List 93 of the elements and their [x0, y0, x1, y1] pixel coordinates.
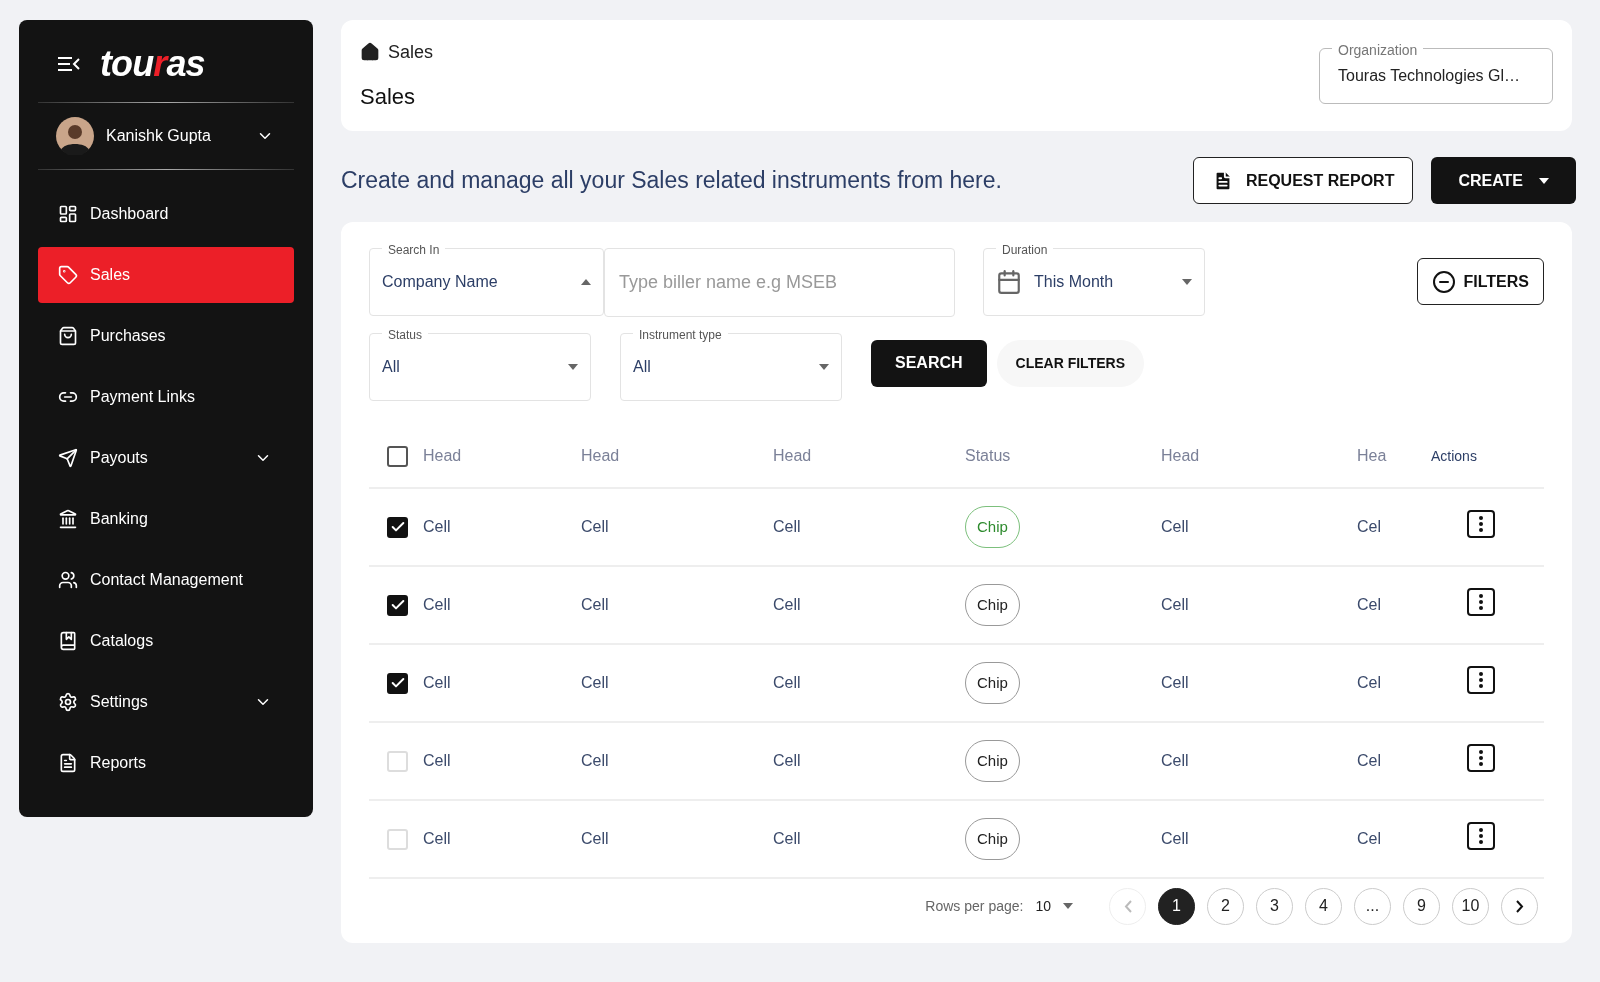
caret-icon [1539, 177, 1549, 184]
column-header: Head [773, 447, 812, 464]
more-icon [1479, 516, 1483, 532]
bank-icon [58, 509, 78, 529]
nav-item[interactable]: Dashboard [38, 186, 294, 242]
table-cell: Cell [1161, 518, 1189, 535]
column-header: Head [1161, 447, 1200, 464]
bag-icon [58, 326, 78, 346]
book-icon [58, 631, 78, 651]
settings-icon [58, 692, 78, 712]
checkbox[interactable] [387, 445, 408, 467]
more-button[interactable] [1467, 822, 1495, 850]
caret-icon [581, 279, 591, 285]
nav-item[interactable]: Banking [38, 491, 294, 547]
chevron-right-icon [1515, 899, 1524, 913]
avatar [56, 117, 94, 155]
search-button[interactable]: SEARCH [871, 339, 987, 387]
more-icon [1479, 672, 1483, 688]
more-icon [1479, 594, 1483, 610]
more-button[interactable] [1467, 510, 1495, 538]
table-cell: Cell [423, 830, 451, 847]
breadcrumb[interactable]: Sales [388, 38, 434, 66]
user-menu[interactable]: Kanishk Gupta [38, 103, 294, 169]
rows-per-page-label: Rows per page: [925, 896, 1024, 916]
send-icon [58, 448, 78, 468]
tag-icon [58, 265, 78, 285]
caret-icon [1063, 903, 1073, 909]
table-cell: Cel [1357, 674, 1381, 691]
search-field[interactable]: Type biller name e.g MSEB [604, 248, 955, 317]
nav-item[interactable]: Reports [38, 735, 294, 791]
home-icon[interactable] [360, 42, 380, 62]
table-cell: Cel [1357, 830, 1381, 847]
column-header: Status [965, 447, 1011, 464]
more-icon [1479, 750, 1483, 766]
table-cell: Cell [423, 674, 451, 691]
clear-filters-button[interactable]: CLEAR FILTERS [996, 339, 1144, 387]
nav-item[interactable]: Purchases [38, 308, 294, 364]
logo-text: tou [100, 46, 154, 82]
document-icon [58, 753, 78, 773]
checkbox[interactable] [387, 516, 408, 538]
caret-icon [568, 364, 578, 370]
page-button[interactable]: 1 [1158, 887, 1195, 925]
column-header: Head [581, 447, 620, 464]
more-icon [1479, 828, 1483, 844]
people-icon [58, 570, 78, 590]
caret-icon [819, 364, 829, 370]
checkbox[interactable] [387, 672, 408, 694]
nav-item[interactable]: Contact Management [38, 552, 294, 608]
nav-item[interactable]: Catalogs [38, 613, 294, 669]
column-header: Head [423, 447, 462, 464]
caret-icon [1182, 279, 1192, 285]
calendar-icon [996, 269, 1022, 295]
nav-item[interactable]: Settings [38, 674, 294, 730]
menu-icon[interactable] [58, 56, 80, 72]
table-cell: Cell [581, 674, 609, 691]
logo-text: r [153, 46, 167, 82]
page-description: Create and manage all your Sales related instruments from here. [341, 166, 1002, 196]
table-cell: Cell [1161, 674, 1189, 691]
more-button[interactable] [1467, 666, 1495, 694]
request-report-button[interactable]: REQUEST REPORT [1192, 157, 1414, 204]
table-cell: Cell [773, 752, 801, 769]
dashboard-icon [58, 204, 78, 224]
nav-item[interactable]: Sales [38, 247, 294, 303]
checkbox[interactable] [387, 594, 408, 616]
table-cell: Cell [423, 752, 451, 769]
table-cell: Cel [1357, 596, 1381, 613]
table-cell: Cell [581, 518, 609, 535]
create-button[interactable]: CREATE [1431, 157, 1576, 204]
table-cell: Cel [1357, 752, 1381, 769]
rows-per-page-select[interactable]: 10 [1035, 895, 1073, 917]
more-button[interactable] [1467, 744, 1495, 772]
table-cell: Cell [773, 674, 801, 691]
table-cell: Cel [1357, 518, 1381, 535]
more-button[interactable] [1467, 588, 1495, 616]
nav-item[interactable]: Payment Links [38, 369, 294, 425]
table-cell: Cell [581, 752, 609, 769]
table-cell: Cell [1161, 752, 1189, 769]
chevron-left-icon [1123, 899, 1132, 913]
table-cell: Cell [1161, 596, 1189, 613]
column-header: Actions [1431, 448, 1477, 464]
table-cell: Cell [423, 518, 451, 535]
table-cell: Cell [581, 596, 609, 613]
table-cell: Cell [1161, 830, 1189, 847]
table-cell: Cell [773, 596, 801, 613]
table-cell: Cell [773, 830, 801, 847]
nav-item[interactable]: Payouts [38, 430, 294, 486]
table-cell: Cell [773, 518, 801, 535]
page-title: Sales [360, 82, 417, 111]
minus-circle-icon [1431, 269, 1456, 294]
table-cell: Cell [581, 830, 609, 847]
filters-button[interactable]: FILTERS [1416, 258, 1544, 305]
column-header: Hea [1357, 447, 1387, 464]
table-cell: Cell [423, 596, 451, 613]
